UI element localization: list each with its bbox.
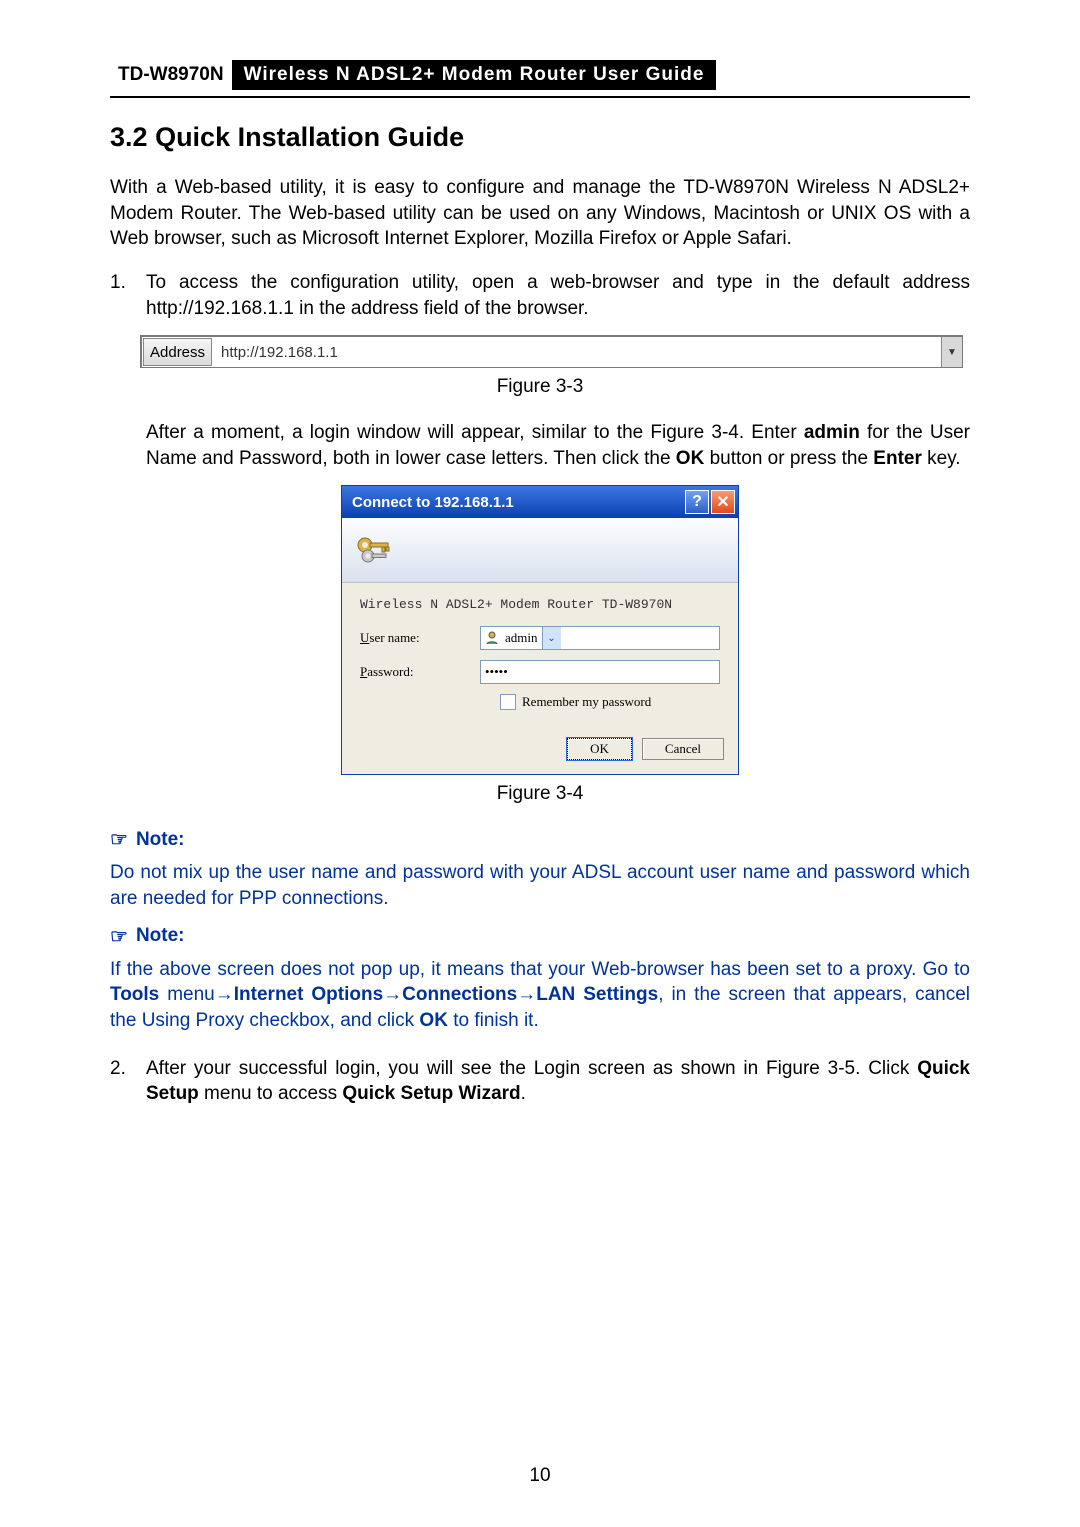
- username-label: User name:: [360, 630, 480, 646]
- step-number: 1.: [110, 270, 146, 321]
- text-fragment: .: [521, 1083, 526, 1104]
- username-field[interactable]: admin ⌄: [480, 626, 720, 650]
- doc-header: TD-W8970N Wireless N ADSL2+ Modem Router…: [110, 60, 970, 90]
- label-rest: ser name:: [369, 630, 419, 645]
- close-icon[interactable]: ✕: [711, 490, 735, 514]
- login-titlebar: Connect to 192.168.1.1 ? ✕: [342, 486, 738, 518]
- bold-lan-settings: LAN Settings: [536, 984, 658, 1005]
- cancel-button[interactable]: Cancel: [642, 738, 724, 760]
- note-heading-1: ☞ Note:: [110, 827, 970, 852]
- person-icon: [485, 631, 499, 645]
- address-bar-figure: Address http://192.168.1.1 ▼: [140, 335, 963, 368]
- step-2: 2. After your successful login, you will…: [110, 1056, 970, 1107]
- login-banner: [342, 518, 738, 583]
- step-1: 1. To access the configuration utility, …: [110, 270, 970, 321]
- password-value: •••••: [485, 664, 508, 680]
- login-dialog-figure: Connect to 192.168.1.1 ? ✕ Wireless N AD…: [341, 485, 739, 775]
- text-fragment: →: [383, 984, 402, 1005]
- keys-icon: [354, 530, 394, 570]
- login-button-row: OK Cancel: [342, 724, 738, 774]
- underline-letter: R: [522, 694, 531, 709]
- username-value: admin: [505, 630, 538, 646]
- password-label: Password:: [360, 664, 480, 680]
- intro-paragraph: With a Web-based utility, it is easy to …: [110, 175, 970, 252]
- doc-title: Wireless N ADSL2+ Modem Router User Guid…: [232, 60, 717, 90]
- page-number: 10: [0, 1465, 1080, 1487]
- step-text: After your successful login, you will se…: [146, 1056, 970, 1107]
- note-heading-2: ☞ Note:: [110, 924, 970, 949]
- login-realm: Wireless N ADSL2+ Modem Router TD-W8970N: [360, 597, 720, 612]
- label-rest: emember my password: [531, 694, 652, 709]
- password-field[interactable]: •••••: [480, 660, 720, 684]
- remember-label: Remember my password: [522, 694, 651, 710]
- address-url-field[interactable]: http://192.168.1.1: [215, 337, 941, 367]
- step-text: To access the configuration utility, ope…: [146, 270, 970, 321]
- remember-checkbox[interactable]: [500, 694, 516, 710]
- pointing-hand-icon: ☞: [110, 924, 128, 949]
- section-number: 3.2: [110, 122, 148, 152]
- model-number: TD-W8970N: [110, 60, 232, 90]
- text-fragment: menu to access: [199, 1083, 343, 1104]
- login-body: Wireless N ADSL2+ Modem Router TD-W8970N…: [342, 583, 738, 724]
- text-fragment: to finish it.: [448, 1010, 539, 1031]
- header-divider: [110, 96, 970, 98]
- text-fragment: After a moment, a login window will appe…: [146, 422, 804, 443]
- text-fragment: If the above screen does not pop up, it …: [110, 959, 970, 980]
- text-fragment: key.: [922, 448, 961, 469]
- help-icon[interactable]: ?: [685, 490, 709, 514]
- bold-tools: Tools: [110, 984, 159, 1005]
- text-fragment: menu→: [159, 984, 234, 1005]
- figure-3-3-caption: Figure 3-3: [110, 376, 970, 398]
- login-title-text: Connect to 192.168.1.1: [352, 494, 683, 511]
- after-login-paragraph: After a moment, a login window will appe…: [146, 420, 970, 471]
- step-number: 2.: [110, 1056, 146, 1107]
- note-2-body: If the above screen does not pop up, it …: [110, 957, 970, 1034]
- address-label-button[interactable]: Address: [143, 338, 212, 366]
- underline-letter: U: [360, 630, 369, 645]
- note-label: Note:: [136, 829, 185, 851]
- section-title: Quick Installation Guide: [155, 122, 464, 152]
- remember-password-row[interactable]: Remember my password: [500, 694, 720, 710]
- ok-button[interactable]: OK: [567, 738, 632, 760]
- bold-connections: Connections: [402, 984, 517, 1005]
- address-dropdown-icon[interactable]: ▼: [941, 337, 962, 367]
- pointing-hand-icon: ☞: [110, 827, 128, 852]
- text-fragment: After your successful login, you will se…: [146, 1058, 917, 1079]
- bold-internet-options: Internet Options: [234, 984, 383, 1005]
- note-1-body: Do not mix up the user name and password…: [110, 860, 970, 911]
- bold-quick-setup-wizard: Quick Setup Wizard: [342, 1083, 520, 1104]
- text-fragment: →: [517, 984, 536, 1005]
- bold-ok: OK: [676, 448, 705, 469]
- figure-3-4-caption: Figure 3-4: [110, 783, 970, 805]
- password-row: Password: •••••: [360, 660, 720, 684]
- text-fragment: button or press the: [704, 448, 873, 469]
- label-rest: assword:: [367, 664, 413, 679]
- chevron-down-icon[interactable]: ⌄: [542, 627, 561, 649]
- bold-ok: OK: [419, 1010, 448, 1031]
- section-heading: 3.2 Quick Installation Guide: [110, 122, 970, 153]
- bold-admin: admin: [804, 422, 860, 443]
- bold-enter: Enter: [873, 448, 922, 469]
- username-row: User name: admin ⌄: [360, 626, 720, 650]
- note-label: Note:: [136, 925, 185, 947]
